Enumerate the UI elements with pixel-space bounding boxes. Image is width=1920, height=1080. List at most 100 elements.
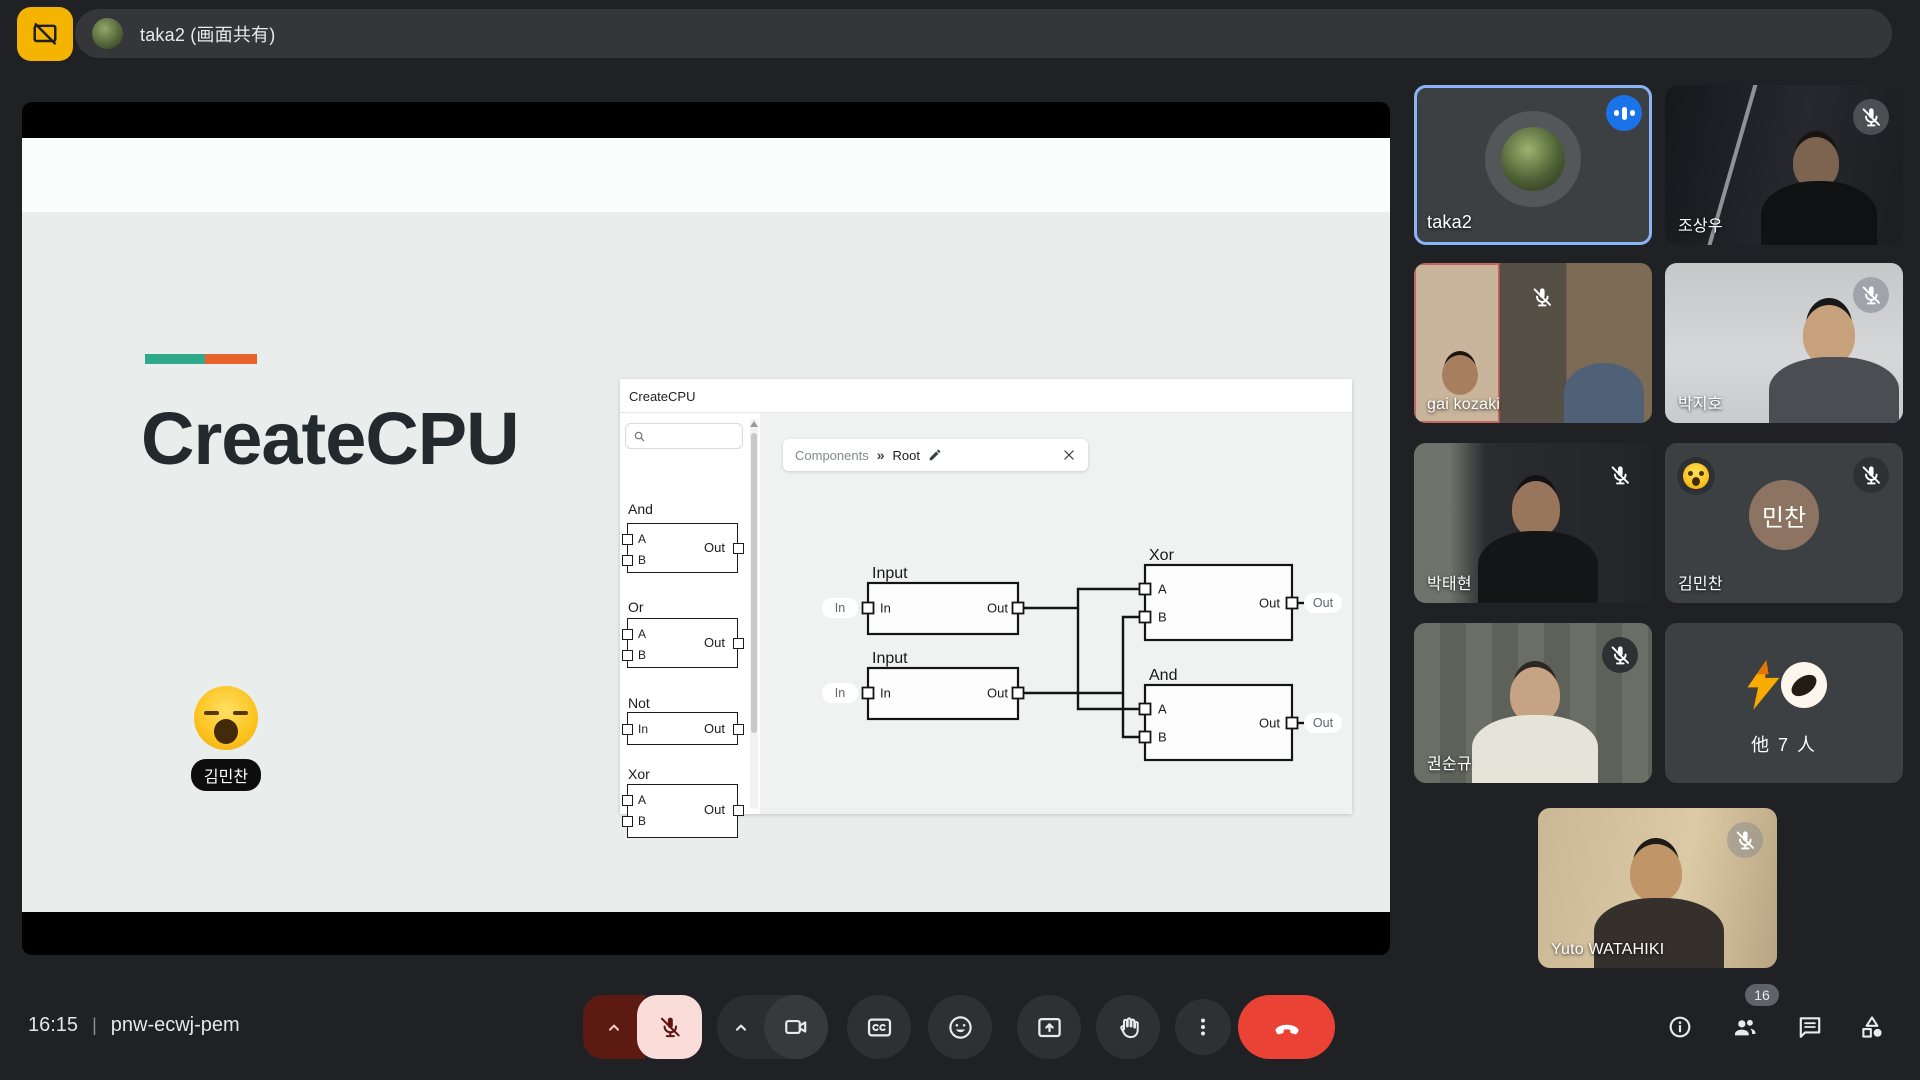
status-bar: 16:15 | pnw-ecwj-pem — [28, 1014, 240, 1037]
captions-button[interactable] — [847, 995, 911, 1059]
people-panel-button[interactable] — [1721, 1003, 1769, 1051]
participant-name: 조상우 — [1678, 212, 1723, 236]
node-label-input2: Input — [872, 650, 908, 667]
svg-text:In: In — [835, 686, 845, 700]
presentation-off-icon — [31, 20, 59, 48]
mic-toggle-button[interactable] — [637, 995, 702, 1059]
mic-off-icon — [1853, 277, 1889, 313]
mic-off-icon — [1602, 457, 1638, 493]
screen-share-title: taka2 (画面共有) — [140, 21, 275, 47]
circuit-diagram: Input Input Xor And In Out In Out A B Ou… — [760, 413, 1352, 814]
svg-text:B: B — [1158, 610, 1167, 625]
end-call-button[interactable] — [1238, 995, 1335, 1059]
node-label-and: And — [1149, 667, 1177, 684]
chevron-up-icon — [602, 1015, 626, 1039]
meeting-code: pnw-ecwj-pem — [111, 1014, 240, 1037]
mic-off-icon — [1853, 99, 1889, 135]
participant-name: taka2 — [1427, 212, 1472, 233]
overflow-tile[interactable]: 他 7 人 — [1665, 623, 1903, 783]
speaking-indicator-icon — [1606, 95, 1642, 131]
slide-title: CreateCPU — [141, 396, 519, 481]
participant-tile-taka2[interactable]: taka2 — [1414, 85, 1652, 245]
info-icon — [1667, 1014, 1693, 1040]
svg-text:Out: Out — [987, 686, 1008, 701]
mic-off-icon — [1602, 637, 1638, 673]
yawning-face-emoji — [194, 686, 258, 750]
palette-gate-label: Not — [628, 695, 650, 711]
overflow-count-label: 他 7 人 — [1665, 731, 1903, 757]
mic-off-icon — [1524, 279, 1560, 315]
palette-gate-label: Xor — [628, 766, 650, 782]
participant-tile[interactable]: 조상우 — [1665, 85, 1903, 245]
mic-off-icon — [1853, 457, 1889, 493]
chat-panel-button[interactable] — [1786, 1003, 1834, 1051]
smiley-icon — [947, 1014, 974, 1041]
raise-hand-button[interactable] — [1096, 995, 1160, 1059]
svg-text:B: B — [1158, 730, 1167, 745]
createcpu-app-window: CreateCPU And A — [620, 379, 1352, 814]
clock-time: 16:15 — [28, 1014, 78, 1037]
mic-options-button[interactable] — [583, 995, 645, 1059]
activities-icon — [1858, 1013, 1886, 1041]
overflow-avatars — [1741, 659, 1827, 711]
participant-name: 박지호 — [1678, 390, 1723, 414]
reactions-button[interactable] — [928, 995, 992, 1059]
palette-scrollbar — [750, 419, 758, 809]
emoji-reaction: 김민찬 — [178, 686, 274, 791]
svg-text:Out: Out — [1259, 716, 1280, 731]
chat-icon — [1797, 1014, 1823, 1040]
cookie-avatar — [1781, 662, 1827, 708]
hand-icon — [1115, 1014, 1142, 1041]
participant-tile-kimminchan[interactable]: 민찬 김민찬 — [1665, 443, 1903, 603]
meeting-details-button[interactable] — [1656, 1003, 1704, 1051]
presentation-paused-button[interactable] — [17, 7, 73, 61]
presenter-avatar — [92, 18, 123, 49]
palette-gate-label: Or — [628, 599, 644, 615]
present-screen-button[interactable] — [1017, 995, 1081, 1059]
participant-name: 권순규 — [1427, 750, 1472, 774]
more-options-button[interactable] — [1175, 999, 1231, 1055]
participant-tile[interactable]: 박태현 — [1414, 443, 1652, 603]
svg-text:Out: Out — [1259, 596, 1280, 611]
palette-search-input — [625, 423, 743, 449]
shared-screen-video[interactable]: CreateCPU CreateCPU And — [22, 102, 1390, 955]
participant-tile[interactable]: Yuto WATAHIKI — [1538, 808, 1777, 968]
participant-name: 박태현 — [1427, 570, 1472, 594]
people-icon — [1731, 1013, 1759, 1041]
svg-text:In: In — [880, 686, 891, 701]
participant-name: 김민찬 — [1678, 570, 1723, 594]
chevron-up-icon — [729, 1015, 753, 1039]
participant-name: Yuto WATAHIKI — [1551, 941, 1664, 959]
screen-share-chip[interactable]: taka2 (画面共有) — [75, 9, 1892, 58]
camera-icon — [783, 1014, 809, 1040]
end-call-icon — [1272, 1012, 1302, 1042]
avatar-ring — [1485, 111, 1581, 207]
slide-accent-bar — [145, 354, 257, 364]
app-title: CreateCPU — [629, 389, 695, 404]
svg-text:Out: Out — [987, 601, 1008, 616]
palette-gate-xor: A B Out — [627, 784, 738, 838]
svg-text:In: In — [880, 601, 891, 616]
palette-gate-or: A B Out — [627, 618, 738, 668]
activities-button[interactable] — [1848, 1003, 1896, 1051]
participant-tile[interactable]: 박지호 — [1665, 263, 1903, 423]
reaction-sender-name: 김민찬 — [191, 759, 261, 791]
present-icon — [1036, 1014, 1063, 1041]
participant-name: gai kozaki — [1427, 396, 1500, 414]
participant-tile[interactable]: 권순규 — [1414, 623, 1652, 783]
palette-gate-label: And — [628, 501, 653, 517]
participant-tile[interactable]: gai kozaki — [1414, 263, 1652, 423]
palette-gate-and: A B Out — [627, 523, 738, 573]
svg-text:A: A — [1158, 702, 1167, 717]
tile-reaction — [1677, 457, 1715, 495]
camera-toggle-button[interactable] — [764, 995, 828, 1059]
captions-icon — [866, 1014, 893, 1041]
palette-gate-not: In Out — [627, 712, 738, 745]
svg-text:In: In — [835, 601, 845, 615]
search-icon — [633, 430, 646, 443]
slide: CreateCPU CreateCPU And — [22, 138, 1390, 912]
mic-off-icon — [657, 1014, 683, 1040]
more-vert-icon — [1191, 1015, 1215, 1039]
status-separator: | — [92, 1015, 97, 1036]
app-header: CreateCPU — [620, 379, 1352, 413]
